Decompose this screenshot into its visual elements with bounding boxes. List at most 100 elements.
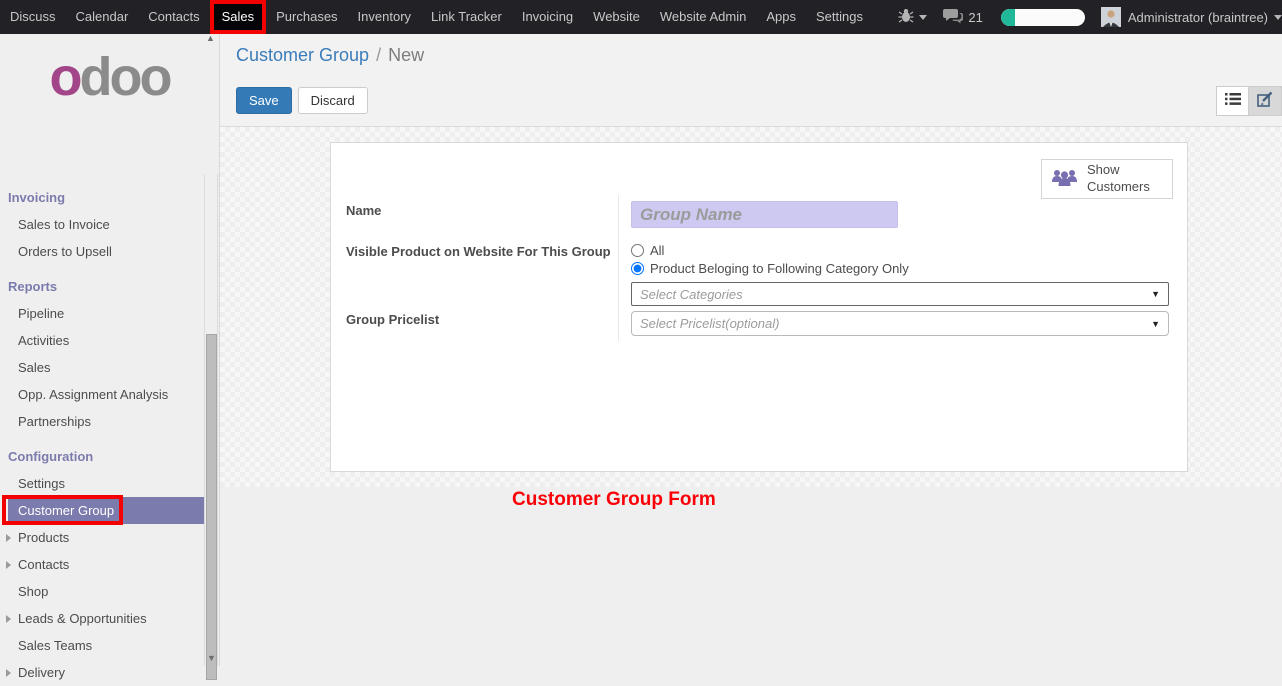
logo-letter-o: o [50, 47, 80, 107]
radio-category-only[interactable] [631, 262, 644, 275]
discard-button[interactable]: Discard [298, 87, 368, 114]
below-content-area: Customer Group Form [220, 487, 1282, 666]
nav-item-apps[interactable]: Apps [756, 0, 806, 34]
caret-down-icon: ▼ [1151, 289, 1160, 299]
menu-item-label: Sales [18, 360, 51, 375]
sidebar-item-sales-teams[interactable]: Sales Teams [0, 632, 204, 659]
menu-section-configuration: Configuration Settings Customer Group Pr… [0, 443, 204, 686]
top-navbar: Discuss Calendar Contacts Sales Purchase… [0, 0, 1282, 34]
list-icon [1225, 92, 1241, 111]
column-separator [618, 195, 619, 341]
radio-option-category-only[interactable]: Product Beloging to Following Category O… [631, 259, 909, 277]
logo-letters-doo: doo [80, 47, 170, 107]
sidebar-item-products[interactable]: Products [0, 524, 204, 551]
control-panel: Customer Group/New Save Discard [220, 34, 1282, 127]
sidebar-item-settings[interactable]: Settings [0, 470, 204, 497]
breadcrumb: Customer Group/New [236, 45, 424, 66]
group-name-input[interactable] [631, 201, 898, 228]
nav-item-website[interactable]: Website [583, 0, 650, 34]
user-menu[interactable]: Administrator (braintree) [1128, 10, 1268, 25]
sidebar-item-opp-assignment-analysis[interactable]: Opp. Assignment Analysis [0, 381, 204, 408]
nav-item-website-admin[interactable]: Website Admin [650, 0, 756, 34]
menu-item-label: Orders to Upsell [18, 244, 112, 259]
sidebar-item-activities[interactable]: Activities [0, 327, 204, 354]
pricelist-select[interactable]: Select Pricelist(optional) ▼ [631, 311, 1169, 336]
sidebar-item-customer-group[interactable]: Customer Group [8, 497, 204, 524]
categories-select-placeholder: Select Categories [640, 287, 743, 302]
nav-item-purchases[interactable]: Purchases [266, 0, 347, 34]
menu-item-label: Shop [18, 584, 48, 599]
debug-menu[interactable] [898, 8, 927, 26]
breadcrumb-parent-link[interactable]: Customer Group [236, 45, 369, 65]
menu-item-label: Products [18, 530, 69, 545]
edit-pencil-icon [1257, 91, 1274, 112]
sidebar-menu: Invoicing Sales to Invoice Orders to Ups… [0, 184, 204, 686]
user-group-icon [1051, 167, 1078, 191]
save-button[interactable]: Save [236, 87, 292, 114]
message-count-badge: 21 [968, 10, 982, 25]
nav-item-link-tracker[interactable]: Link Tracker [421, 0, 512, 34]
menu-item-label: Contacts [18, 557, 69, 572]
expand-caret-icon [6, 561, 11, 569]
caret-down-icon [1274, 15, 1282, 20]
form-view-button[interactable] [1249, 86, 1282, 116]
nav-item-settings[interactable]: Settings [806, 0, 873, 34]
nav-item-invoicing[interactable]: Invoicing [512, 0, 583, 34]
sidebar-item-sales-to-invoice[interactable]: Sales to Invoice [0, 211, 204, 238]
list-view-button[interactable] [1216, 86, 1249, 116]
nav-item-discuss[interactable]: Discuss [0, 0, 66, 34]
nav-item-contacts[interactable]: Contacts [138, 0, 209, 34]
radio-category-only-label: Product Beloging to Following Category O… [650, 261, 909, 276]
show-customers-label: Show Customers [1087, 162, 1157, 196]
scroll-up-arrow-icon[interactable]: ▲ [206, 33, 215, 43]
radio-all-label: All [650, 243, 664, 258]
name-field-label: Name [346, 203, 381, 218]
progress-pill[interactable] [1001, 9, 1085, 26]
radio-all[interactable] [631, 244, 644, 257]
sidebar-item-delivery[interactable]: Delivery [0, 659, 204, 686]
radio-option-all[interactable]: All [631, 241, 909, 259]
scrollbar-thumb[interactable] [206, 334, 217, 680]
pricelist-select-placeholder: Select Pricelist(optional) [640, 316, 779, 331]
sidebar-item-shop[interactable]: Shop [0, 578, 204, 605]
sidebar-item-pipeline[interactable]: Pipeline [0, 300, 204, 327]
sidebar-item-leads-opportunities[interactable]: Leads & Opportunities [0, 605, 204, 632]
view-switcher [1216, 86, 1282, 116]
sidebar-item-orders-to-upsell[interactable]: Orders to Upsell [0, 238, 204, 265]
sidebar-item-sales[interactable]: Sales [0, 354, 204, 381]
sidebar-item-contacts[interactable]: Contacts [0, 551, 204, 578]
messages-menu[interactable]: 21 [943, 8, 982, 27]
expand-caret-icon [6, 615, 11, 623]
visible-product-radio-group: All Product Beloging to Following Catego… [631, 241, 909, 277]
bug-icon [898, 8, 914, 26]
odoo-logo: odoo [0, 34, 219, 104]
menu-header-configuration: Configuration [0, 443, 204, 470]
nav-item-inventory[interactable]: Inventory [348, 0, 421, 34]
menu-section-reports: Reports Pipeline Activities Sales Opp. A… [0, 273, 204, 435]
pricelist-field-label: Group Pricelist [346, 312, 439, 327]
menu-header-invoicing: Invoicing [0, 184, 204, 211]
record-action-buttons: Save Discard [236, 87, 368, 114]
chat-bubbles-icon [943, 8, 963, 27]
breadcrumb-separator: / [369, 45, 388, 65]
nav-item-sales[interactable]: Sales [210, 0, 267, 34]
menu-item-label: Sales Teams [18, 638, 92, 653]
sidebar-scrollbar[interactable]: ▼ [204, 174, 218, 666]
categories-select[interactable]: Select Categories ▼ [631, 282, 1169, 306]
expand-caret-icon [6, 534, 11, 542]
main-area: Customer Group/New Save Discard [220, 34, 1282, 666]
show-customers-button[interactable]: Show Customers [1041, 159, 1173, 199]
form-sheet: Show Customers Name Visible Product on W… [330, 142, 1188, 472]
form-view-background: Show Customers Name Visible Product on W… [220, 127, 1282, 487]
menu-section-invoicing: Invoicing Sales to Invoice Orders to Ups… [0, 184, 204, 265]
scroll-down-arrow-icon[interactable]: ▼ [207, 653, 216, 663]
sidebar: odoo ▲ Invoicing Sales to Invoice Orders… [0, 34, 220, 666]
menu-item-label: Sales to Invoice [18, 217, 110, 232]
nav-item-calendar[interactable]: Calendar [66, 0, 139, 34]
progress-fill [1001, 9, 1015, 26]
menu-item-label: Activities [18, 333, 69, 348]
annotation-caption: Customer Group Form [512, 489, 716, 511]
caret-down-icon [919, 15, 927, 20]
sidebar-item-partnerships[interactable]: Partnerships [0, 408, 204, 435]
menu-item-label: Partnerships [18, 414, 91, 429]
